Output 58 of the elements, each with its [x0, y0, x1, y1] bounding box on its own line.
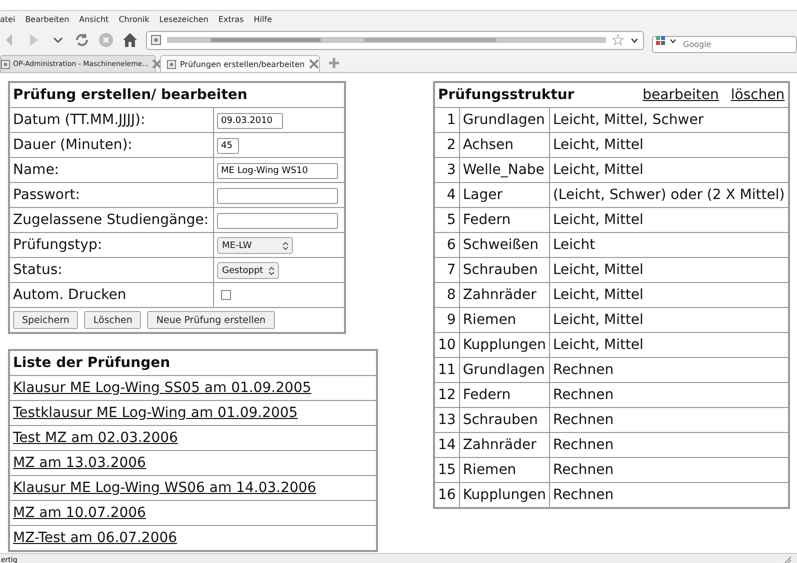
action-link[interactable]: löschen: [730, 87, 785, 103]
field-label: Datum (TT.MM.JJJJ):: [9, 108, 214, 132]
menu-item[interactable]: Bearbeiten: [25, 14, 70, 24]
table-cell: 5: [434, 208, 460, 232]
menu-item[interactable]: Lesezeichen: [159, 14, 208, 24]
table-cell: 1: [434, 108, 460, 132]
table-cell: 9: [434, 308, 460, 332]
input-field[interactable]: 09.03.2010: [217, 113, 283, 129]
form-button[interactable]: Speichern: [13, 311, 78, 329]
table-cell: Federn: [459, 208, 550, 232]
field-label: Status:: [9, 258, 214, 282]
field-label: Dauer (Minuten):: [9, 132, 214, 158]
field-label: Name:: [9, 158, 214, 182]
table-cell: 8: [434, 282, 460, 308]
table-cell: 14: [434, 432, 460, 458]
table-cell: 13: [434, 408, 460, 432]
table-cell: Grundlagen: [459, 358, 550, 382]
search-field[interactable]: Google: [652, 36, 797, 52]
table-cell: 3: [434, 158, 460, 182]
field-label: Zugelassene Studiengänge:: [9, 208, 214, 232]
table-cell: 7: [434, 258, 460, 282]
menu-item[interactable]: Hilfe: [254, 14, 272, 24]
dropdown[interactable]: Gestoppt: [217, 262, 280, 280]
menu-item[interactable]: Ansicht: [79, 14, 109, 24]
structure-title: Prüfungsstruktur: [438, 87, 576, 103]
table-cell: 10: [434, 332, 460, 358]
browser-tab[interactable]: Prüfungen erstellen/bearbeiten: [160, 55, 320, 72]
table-cell: Grundlagen: [459, 108, 550, 132]
field-label: Autom. Drucken: [9, 282, 214, 308]
field-label: Passwort:: [9, 182, 214, 208]
table-cell: 15: [434, 458, 460, 482]
table-cell: 2: [434, 132, 460, 158]
menu-item[interactable]: Extras: [218, 14, 244, 24]
menu-item[interactable]: atei: [0, 14, 16, 24]
table-cell: Riemen: [459, 458, 550, 482]
form-button[interactable]: Neue Prüfung erstellen: [147, 311, 275, 329]
table-cell: 12: [434, 382, 460, 408]
table-cell: Achsen: [459, 132, 550, 158]
table-cell: Lager: [459, 182, 550, 208]
form-button[interactable]: Löschen: [84, 311, 142, 329]
table-cell: Schrauben: [459, 408, 550, 432]
action-link[interactable]: bearbeiten: [642, 87, 719, 103]
dropdown[interactable]: ME-LW: [217, 237, 293, 254]
table-cell: Kupplungen: [459, 332, 550, 358]
table-cell: 6: [434, 232, 460, 258]
table-cell: Schweißen: [459, 232, 550, 258]
menu-item[interactable]: Chronik: [118, 14, 150, 24]
field-label: Prüfungstyp:: [9, 232, 214, 258]
table-cell: 11: [434, 358, 460, 382]
input-field[interactable]: 45: [217, 138, 239, 154]
table-cell: Zahnräder: [459, 282, 550, 308]
table-cell: 4: [434, 182, 460, 208]
table-cell: Zahnräder: [459, 432, 550, 458]
table-cell: Schrauben: [459, 258, 550, 282]
input-field[interactable]: ME Log-Wing WS10: [217, 163, 338, 179]
table-cell: Welle_Nabe: [459, 158, 550, 182]
table-cell: Riemen: [459, 308, 550, 332]
table-cell: Federn: [459, 382, 550, 408]
